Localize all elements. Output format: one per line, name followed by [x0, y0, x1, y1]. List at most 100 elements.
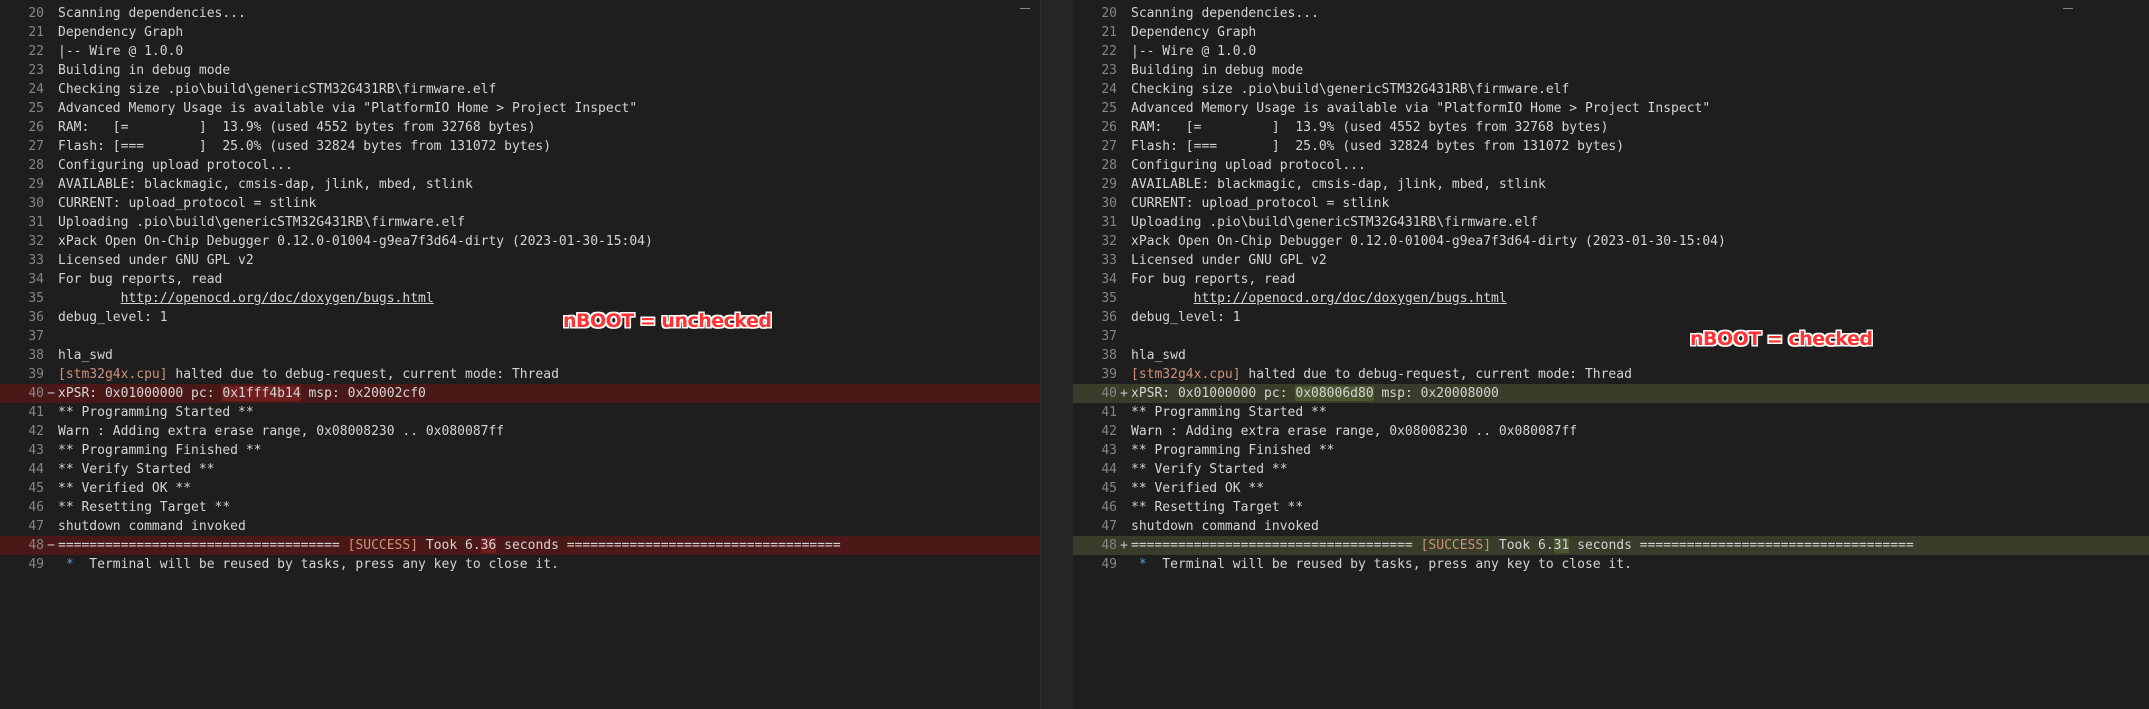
line-number: 37 — [28, 329, 44, 344]
line-text: Flash: [=== ] 25.0% (used 32824 bytes fr… — [58, 139, 552, 154]
output-line: 43 ** Programming Finished ** — [0, 441, 1040, 460]
line-number: 21 — [1101, 25, 1117, 40]
text-after-change: seconds ================================… — [496, 538, 841, 553]
output-line: 46 ** Resetting Target ** — [0, 498, 1040, 517]
line-text: xPack Open On-Chip Debugger 0.12.0-01004… — [1131, 234, 1726, 249]
output-line: 27 Flash: [=== ] 25.0% (used 32824 bytes … — [0, 137, 1040, 156]
output-line: 20 Scanning dependencies... — [0, 4, 1040, 23]
line-number: 39 — [28, 367, 44, 382]
line-number: 25 — [28, 101, 44, 116]
halt-message: halted due to debug-request, current mod… — [1240, 367, 1632, 382]
line-text: ** Resetting Target ** — [1131, 500, 1304, 515]
line-number: 44 — [1101, 462, 1117, 477]
line-number: 23 — [1101, 63, 1117, 78]
line-text: CURRENT: upload_protocol = stlink — [58, 196, 317, 211]
line-text: RAM: [= ] 13.9% (used 4552 bytes from 32… — [58, 120, 536, 135]
line-text: http://openocd.org/doc/doxygen/bugs.html — [58, 289, 434, 308]
text-after-change: msp: 0x20008000 — [1373, 386, 1499, 401]
left-diff-pane[interactable]: 20 Scanning dependencies... 21 Dependency … — [0, 0, 1040, 709]
output-line: 41 ** Programming Started ** — [0, 403, 1040, 422]
output-line: 49 * Terminal will be reused by tasks, p… — [0, 555, 1040, 574]
line-number: 38 — [1101, 348, 1117, 363]
line-text: debug_level: 1 — [58, 310, 168, 325]
line-text: Licensed under GNU GPL v2 — [1131, 253, 1327, 268]
output-line: 28 Configuring upload protocol... — [0, 156, 1040, 175]
line-number: 44 — [28, 462, 44, 477]
line-text: * Terminal will be reused by tasks, pres… — [1131, 555, 1632, 574]
output-line: 33 Licensed under GNU GPL v2 — [1073, 251, 2149, 270]
changed-seconds-value: 31 — [1553, 538, 1570, 553]
output-line: 23 Building in debug mode — [1073, 61, 2149, 80]
removed-line-pc-register: 40− xPSR: 0x01000000 pc: 0x1fff4b14 msp: … — [0, 384, 1040, 403]
line-text: For bug reports, read — [58, 272, 223, 287]
line-text: Building in debug mode — [58, 63, 231, 78]
output-line: 25 Advanced Memory Usage is available via… — [0, 99, 1040, 118]
output-line: 31 Uploading .pio\build\genericSTM32G431R… — [1073, 213, 2149, 232]
removed-marker: − — [47, 386, 55, 401]
line-text: ** Verified OK ** — [58, 481, 192, 496]
output-line: 32 xPack Open On-Chip Debugger 0.12.0-010… — [1073, 232, 2149, 251]
line-text: ** Verified OK ** — [1131, 481, 1265, 496]
output-line: 33 Licensed under GNU GPL v2 — [0, 251, 1040, 270]
bug-report-link[interactable]: http://openocd.org/doc/doxygen/bugs.html — [121, 291, 434, 306]
line-number: 27 — [1101, 139, 1117, 154]
line-number: 33 — [28, 253, 44, 268]
terminal-reuse-message: Terminal will be reused by tasks, press … — [73, 557, 559, 572]
line-text: AVAILABLE: blackmagic, cmsis-dap, jlink,… — [1131, 177, 1546, 192]
output-line: 20 Scanning dependencies... — [1073, 4, 2149, 23]
line-text: Advanced Memory Usage is available via "… — [1131, 101, 1711, 116]
output-line: 32 xPack Open On-Chip Debugger 0.12.0-010… — [0, 232, 1040, 251]
line-number: 40 — [28, 386, 44, 401]
removed-line-success: 48− ==================================== … — [0, 536, 1040, 555]
added-line-success: 48 + ==================================== … — [1073, 536, 2149, 555]
line-text: xPSR: 0x01000000 pc: 0x08006d80 msp: 0x2… — [1131, 384, 1499, 403]
output-line: 47 shutdown command invoked — [0, 517, 1040, 536]
line-number: 39 — [1101, 367, 1117, 382]
line-number: 46 — [1101, 500, 1117, 515]
output-line: 36 debug_level: 1 — [1073, 308, 2149, 327]
star-icon: * — [1138, 557, 1147, 572]
right-diff-pane[interactable]: 20 Scanning dependencies... 21 Dependency … — [1073, 0, 2149, 709]
text-before-change: xPSR: 0x01000000 pc: — [1131, 386, 1296, 401]
line-number: 20 — [28, 6, 44, 21]
line-number: 24 — [1101, 82, 1117, 97]
line-text: * Terminal will be reused by tasks, pres… — [58, 555, 559, 574]
star-icon: * — [65, 557, 74, 572]
line-number: 36 — [1101, 310, 1117, 325]
output-line: 34 For bug reports, read — [1073, 270, 2149, 289]
line-text: |-- Wire @ 1.0.0 — [58, 44, 184, 59]
removed-marker: − — [47, 538, 55, 553]
line-number: 37 — [1101, 329, 1117, 344]
line-text: debug_level: 1 — [1131, 310, 1241, 325]
output-line: 39 [stm32g4x.cpu] halted due to debug-req… — [1073, 365, 2149, 384]
line-text: ** Programming Started ** — [58, 405, 254, 420]
line-text: Dependency Graph — [1131, 25, 1257, 40]
took-text: Took 6. — [1491, 538, 1554, 553]
output-line: 23 Building in debug mode — [0, 61, 1040, 80]
changed-pc-value: 0x08006d80 — [1295, 386, 1374, 401]
line-text: ** Programming Finished ** — [58, 443, 262, 458]
output-line: 22 |-- Wire @ 1.0.0 — [1073, 42, 2149, 61]
line-number: 46 — [28, 500, 44, 515]
output-line: 28 Configuring upload protocol... — [1073, 156, 2149, 175]
line-text: Warn : Adding extra erase range, 0x08008… — [58, 424, 505, 439]
line-number: 23 — [28, 63, 44, 78]
line-number: 24 — [28, 82, 44, 97]
line-text: ==================================== [SU… — [58, 536, 841, 555]
line-number: 30 — [1101, 196, 1117, 211]
pane-divider[interactable] — [1040, 0, 1075, 709]
added-marker: + — [1120, 538, 1128, 553]
nboot-annotation-label: nBOOT = checked — [1690, 328, 1873, 350]
terminal-output-lines: 20 Scanning dependencies... 21 Dependency … — [0, 4, 1040, 574]
output-line: 35 http://openocd.org/doc/doxygen/bugs.h… — [0, 289, 1040, 308]
output-line: 49 * Terminal will be reused by tasks, p… — [1073, 555, 2149, 574]
line-number: 28 — [1101, 158, 1117, 173]
line-number: 22 — [1101, 44, 1117, 59]
bug-report-link[interactable]: http://openocd.org/doc/doxygen/bugs.html — [1194, 291, 1507, 306]
text-before-change: xPSR: 0x01000000 pc: — [58, 386, 223, 401]
line-text: Checking size .pio\build\genericSTM32G43… — [58, 82, 497, 97]
line-number: 31 — [28, 215, 44, 230]
line-number: 31 — [1101, 215, 1117, 230]
cpu-tag: [stm32g4x.cpu] — [58, 367, 168, 382]
